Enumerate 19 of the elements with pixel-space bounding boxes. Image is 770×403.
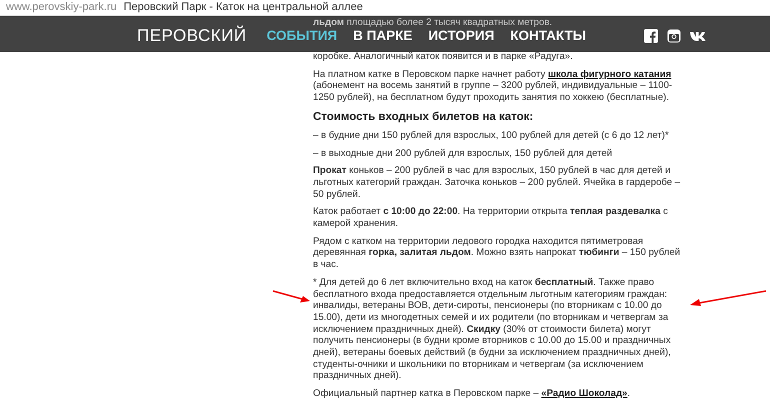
site-logo[interactable]: ПЕРОВСКИЙ bbox=[137, 23, 247, 49]
article-text-line: коробке. Аналогичный каток появится и в парке «Радуга». bbox=[313, 51, 574, 63]
article-paragraph: Прокат коньков – 200 рублей в час для взрослых, 150 рублей в час для детей и льготных категорий граждан. Заточка коньков – 200 рублей. Ячейка в гардеробе – 50 рублей. bbox=[313, 165, 682, 200]
text-link[interactable]: «Радио Шоколад» bbox=[541, 388, 628, 400]
annotation-arrow bbox=[272, 289, 312, 305]
page-url: www.perovskiy-park.ru bbox=[6, 0, 117, 16]
vk-icon[interactable] bbox=[690, 30, 708, 42]
instagram-icon[interactable] bbox=[666, 29, 681, 43]
article-paragraph: * Для детей до 6 лет включительно вход на каток бесплатный. Также право бесплатного входа предоставляется отдельным льготным категориям граждан: инвалиды, ветераны ВОВ, дети-сироты, пенсионеры (по вторникам с 10.00 до 15.00), дети из многодетных семей и их родители (по вторникам и четвергам за исключением праздничных дней). Скидку (30% от стоимости билета) могут получить пенсионеры (в будни кроме вторников с 10.00 до 15.00 и праздничных дней), ветераны боевых действий (в будни за исключением праздничных дней), студенты-очники и школьники по вторникам и четвергам (за исключением праздничных дней). bbox=[313, 276, 672, 382]
article-paragraph: – в выходные дни 200 рублей для взрослых, 150 рублей для детей bbox=[313, 148, 614, 160]
section-heading: Стоимость входных билетов на каток: bbox=[313, 110, 534, 124]
article-paragraph: Официальный партнер катка в Перовском парке – «Радио Шоколад». bbox=[313, 388, 632, 400]
article-paragraph: Каток работает с 10:00 до 22:00. На территории открыта теплая раздевалка с камерой хранения. bbox=[313, 206, 669, 230]
facebook-icon[interactable] bbox=[644, 29, 658, 43]
page-title: Перовский Парк - Каток на центральной аллее bbox=[124, 0, 363, 16]
article-paragraph: – в будние дни 150 рублей для взрослых, 100 рублей для детей (с 6 до 12 лет)* bbox=[313, 130, 670, 142]
article-paragraph: Рядом с катком на территории ледового городка находится пятиметровая деревянная горка, залитая льдом. Можно взять напрокат тюбинги – 150 рублей в час. bbox=[313, 236, 682, 271]
text-link[interactable]: школа фигурного катания bbox=[548, 68, 672, 80]
article-paragraph: На платном катке в Перовском парке начнет работу школа фигурного катания (абонемент на восемь занятий в группе – 3200 рублей, индивидуальные – 1100-1250 рублей), на бесплатном будут проходить занятия по хоккею (бесплатные). bbox=[313, 68, 674, 104]
